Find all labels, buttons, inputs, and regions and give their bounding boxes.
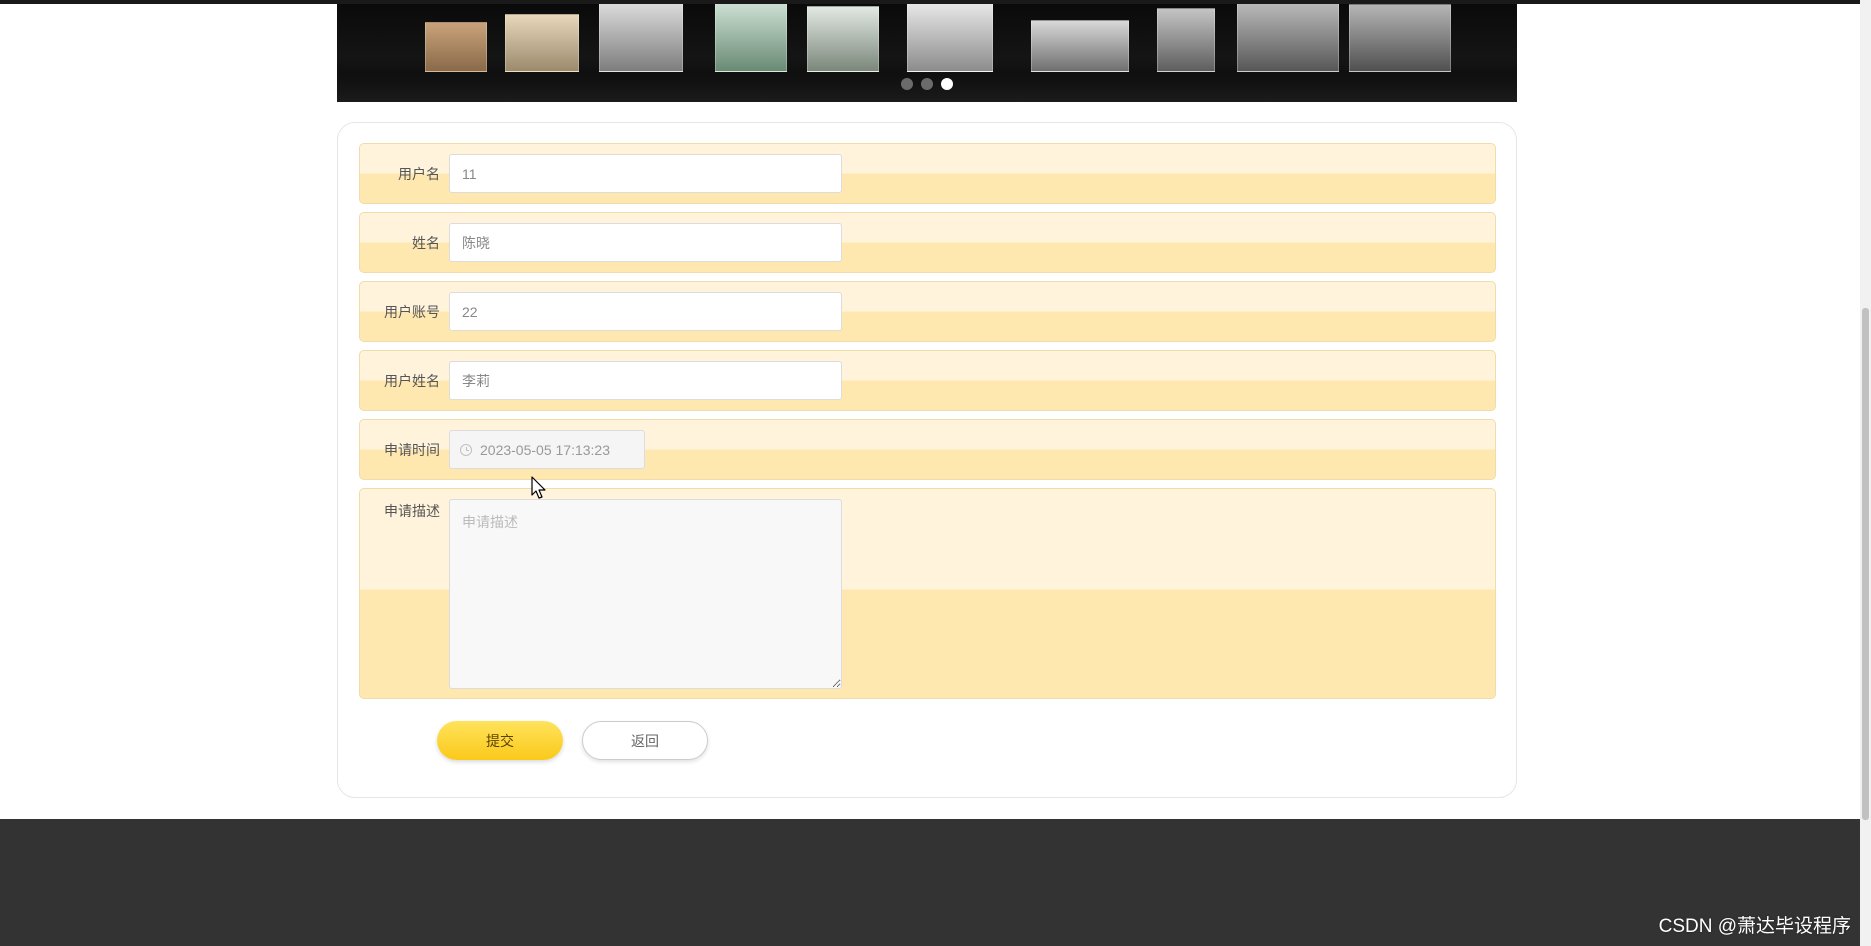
scrollbar-thumb[interactable] (1862, 308, 1869, 820)
banner-building (1031, 20, 1129, 72)
user-fullname-label: 用户姓名 (384, 373, 440, 389)
back-button[interactable]: 返回 (582, 721, 708, 760)
user-account-input[interactable] (449, 292, 842, 331)
page-footer (0, 819, 1860, 946)
name-label: 姓名 (412, 235, 440, 251)
carousel-dot-3[interactable] (941, 78, 953, 90)
banner-building (807, 6, 879, 72)
form-row-description: 申请描述 (359, 488, 1496, 699)
banner-building (425, 22, 487, 72)
user-account-label: 用户账号 (384, 304, 440, 320)
carousel-indicators[interactable] (337, 78, 1517, 90)
user-fullname-input[interactable] (449, 361, 842, 400)
banner-building (599, 4, 683, 72)
apply-time-value: 2023-05-05 17:13:23 (480, 441, 610, 458)
banner-carousel[interactable] (337, 4, 1517, 102)
name-input[interactable] (449, 223, 842, 262)
banner-building (907, 4, 993, 72)
username-input[interactable] (449, 154, 842, 193)
form-row-user-fullname: 用户姓名 (359, 350, 1496, 411)
carousel-dot-1[interactable] (901, 78, 913, 90)
page-scrollbar[interactable] (1860, 0, 1871, 946)
form-row-username: 用户名 (359, 143, 1496, 204)
banner-building (1349, 4, 1451, 72)
banner-building (1237, 4, 1339, 72)
form-row-name: 姓名 (359, 212, 1496, 273)
clock-icon (460, 443, 472, 456)
form-row-apply-time: 申请时间 2023-05-05 17:13:23 (359, 419, 1496, 480)
form-row-user-account: 用户账号 (359, 281, 1496, 342)
banner-building (1157, 8, 1215, 72)
banner-building (715, 4, 787, 72)
apply-time-picker[interactable]: 2023-05-05 17:13:23 (449, 430, 645, 469)
description-label: 申请描述 (384, 503, 440, 519)
banner-building (505, 14, 579, 72)
username-label: 用户名 (398, 166, 440, 182)
carousel-dot-2[interactable] (921, 78, 933, 90)
apply-time-label: 申请时间 (384, 442, 440, 458)
application-form: 用户名 姓名 用户账号 用户姓名 申请时间 2023-05-05 17:13:2… (337, 122, 1517, 798)
mouse-cursor-icon (531, 476, 546, 499)
description-textarea[interactable] (449, 499, 842, 689)
watermark-text: CSDN @萧达毕设程序 (1658, 916, 1851, 937)
submit-button[interactable]: 提交 (437, 721, 563, 760)
